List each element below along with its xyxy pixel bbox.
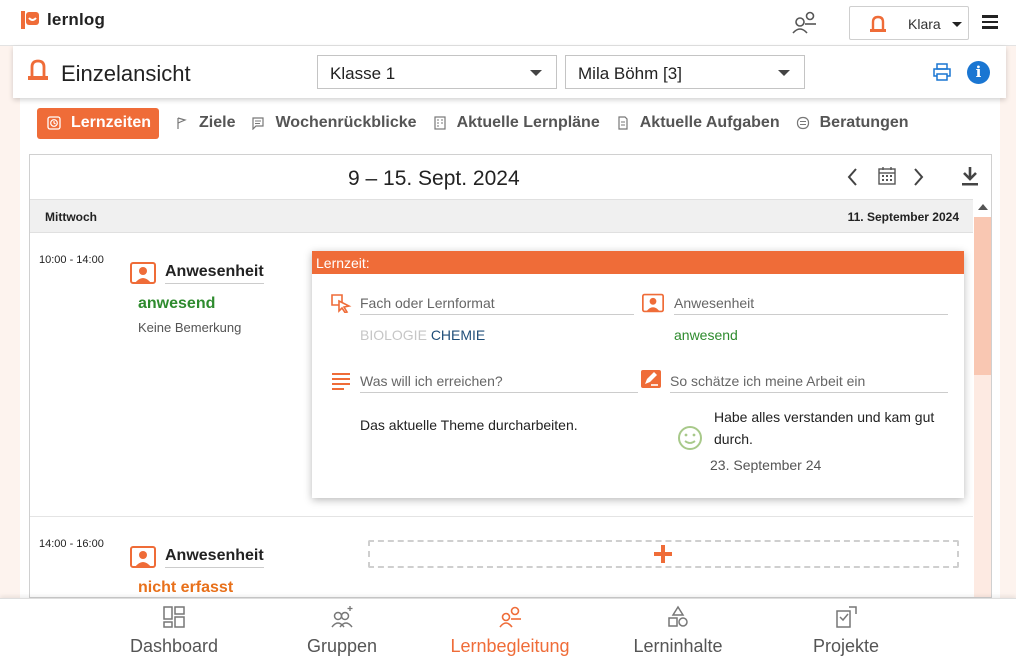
chevron-down-icon — [952, 22, 962, 27]
bottom-navigation: Dashboard Gruppen Lernbegleitung Lerninh… — [0, 598, 1016, 656]
tab-label: Wochenrückblicke — [275, 114, 417, 131]
edit-icon — [641, 370, 661, 388]
attendance-note: Keine Bemerkung — [138, 320, 242, 335]
nav-gruppen[interactable]: Gruppen — [258, 599, 426, 656]
attendance-title[interactable]: Anwesenheit — [165, 263, 264, 284]
clock-icon — [47, 116, 61, 130]
tab-aktuelle-aufgaben[interactable]: Aktuelle Aufgaben — [616, 108, 780, 139]
attendance-value: anwesend — [674, 327, 738, 343]
slot-time: 10:00 - 14:00 — [39, 254, 104, 266]
nav-label: Lerninhalte — [633, 636, 723, 656]
chevron-down-icon — [778, 70, 790, 76]
learning-support-icon[interactable] — [790, 10, 818, 36]
student-select-value: Mila Böhm [3] — [578, 64, 682, 83]
user-avatar-icon — [870, 15, 886, 32]
groups-icon — [331, 606, 353, 628]
user-menu-dropdown[interactable]: Klara — [849, 6, 969, 40]
day-name: Mittwoch — [45, 210, 97, 224]
week-title: 9 – 15. Sept. 2024 — [348, 167, 520, 190]
goal-value: Das aktuelle Theme durcharbeiten. — [360, 417, 578, 433]
plus-icon — [654, 545, 672, 563]
chevron-right-icon[interactable] — [910, 166, 926, 188]
attendance-status: nicht erfasst — [138, 579, 234, 596]
tab-aktuelle-lernplaene[interactable]: Aktuelle Lernpläne — [433, 108, 600, 139]
attendance-title[interactable]: Anwesenheit — [165, 547, 264, 568]
scroll-up-icon[interactable] — [978, 204, 988, 210]
text-lines-icon — [332, 373, 350, 390]
time-slot: 14:00 - 16:00 Anwesenheit nicht erfasst — [30, 518, 973, 597]
tab-label: Beratungen — [819, 114, 909, 131]
student-select[interactable]: Mila Böhm [3] — [565, 55, 805, 89]
chevron-down-icon — [530, 70, 542, 76]
class-select-value: Klasse 1 — [330, 64, 396, 83]
app-logo[interactable]: lernlog — [20, 10, 105, 30]
nav-dashboard[interactable]: Dashboard — [90, 599, 258, 656]
subject-label: Fach oder Lernformat — [360, 295, 634, 315]
menu-icon[interactable] — [982, 15, 998, 29]
learning-content-icon — [668, 605, 688, 627]
tab-lernzeiten[interactable]: Lernzeiten — [37, 107, 160, 139]
attendance-icon — [642, 293, 664, 313]
tab-ziele[interactable]: Ziele — [175, 108, 235, 139]
plan-icon — [433, 116, 446, 130]
info-icon[interactable]: i — [967, 61, 990, 84]
chevron-left-icon[interactable] — [845, 166, 861, 188]
tab-label: Ziele — [199, 114, 236, 131]
class-select[interactable]: Klasse 1 — [317, 55, 557, 89]
nav-label: Dashboard — [129, 636, 219, 656]
nav-label: Gruppen — [306, 636, 378, 656]
nav-label: Projekte — [812, 636, 880, 656]
day-header: Mittwoch 11. September 2024 — [30, 199, 973, 233]
add-learning-time-button[interactable] — [368, 540, 959, 568]
scrollbar-track[interactable] — [974, 375, 991, 597]
page-title: Einzelansicht — [61, 61, 191, 86]
smiley-icon — [678, 426, 702, 450]
nav-label: Lernbegleitung — [450, 636, 570, 656]
chat-icon — [796, 116, 809, 130]
app-name: lernlog — [47, 10, 106, 29]
popover-title: Lernzeit: — [312, 251, 964, 274]
nav-lerninhalte[interactable]: Lerninhalte — [594, 599, 762, 656]
nav-lernbegleitung[interactable]: Lernbegleitung — [426, 599, 594, 656]
tab-label: Aktuelle Aufgaben — [639, 114, 780, 131]
assessment-text: Habe alles verstanden und kam gut durch. — [714, 409, 935, 447]
attendance-icon — [130, 546, 156, 568]
day-date: 11. September 2024 — [847, 210, 959, 224]
goal-label: Was will ich erreichen? — [360, 373, 638, 393]
tab-wochenrueckblicke[interactable]: Wochenrückblicke — [251, 108, 417, 139]
flag-icon — [177, 117, 187, 129]
subject-biologie: BIOLOGIE — [360, 327, 427, 343]
scrollbar-thumb[interactable] — [974, 217, 991, 375]
attendance-label: Anwesenheit — [674, 295, 948, 315]
attendance-icon — [130, 262, 156, 284]
slot-time: 14:00 - 16:00 — [39, 538, 104, 550]
calendar-icon[interactable] — [878, 167, 896, 185]
print-icon[interactable] — [933, 63, 951, 81]
dashboard-icon — [163, 606, 185, 628]
task-icon — [618, 116, 628, 130]
lernlog-logo-icon — [21, 11, 39, 29]
comment-icon — [252, 117, 265, 130]
view-header: Einzelansicht Klasse 1 Mila Böhm [3] i — [13, 46, 1006, 98]
download-icon[interactable] — [960, 165, 980, 187]
attendance-status: anwesend — [138, 295, 216, 312]
tab-label: Aktuelle Lernpläne — [456, 114, 600, 131]
assessment-label: So schätze ich meine Arbeit ein — [670, 373, 948, 393]
student-icon — [28, 59, 48, 80]
learning-time-popover: Lernzeit: Fach oder Lernformat BIOLOGIE … — [312, 251, 964, 498]
assessment-date: 23. September 24 — [710, 457, 822, 473]
nav-projekte[interactable]: Projekte — [762, 599, 930, 656]
learning-support-icon — [499, 606, 521, 628]
projects-icon — [836, 606, 857, 628]
scrollbar[interactable] — [973, 199, 991, 597]
top-bar: lernlog Klara — [0, 0, 1016, 46]
subject-chemie: CHEMIE — [430, 327, 486, 343]
subject-values: BIOLOGIE CHEMIE — [360, 327, 485, 343]
tab-label: Lernzeiten — [71, 114, 152, 131]
subject-icon — [331, 294, 352, 313]
tab-beratungen[interactable]: Beratungen — [796, 108, 909, 139]
tab-bar: Lernzeiten Ziele Wochenrückblicke Aktuel… — [37, 107, 925, 139]
user-name: Klara — [908, 16, 941, 32]
